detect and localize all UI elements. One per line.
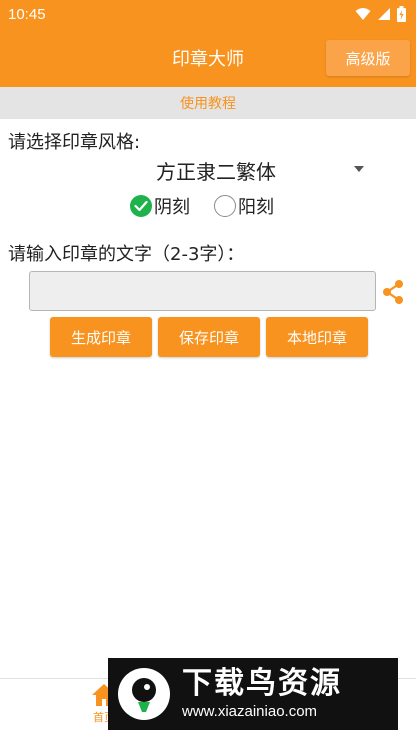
save-seal-button[interactable]: 保存印章 <box>158 317 260 357</box>
status-icons <box>355 6 406 22</box>
battery-icon <box>397 6 406 22</box>
font-style-select[interactable]: 方正隶二繁体 <box>60 154 372 186</box>
seal-text-label: 请输入印章的文字（2-3字）： <box>8 244 245 265</box>
watermark-banner: 下载鸟资源 www.xiazainiao.com <box>108 658 398 730</box>
seal-text-input[interactable] <box>29 271 376 311</box>
carve-type-radio-group: 阴刻 阳刻 <box>130 192 298 220</box>
watermark-logo-icon <box>114 664 174 724</box>
radio-yangke-label: 阳刻 <box>238 197 274 218</box>
status-time: 10:45 <box>8 6 46 23</box>
font-style-selected-value: 方正隶二繁体 <box>156 160 276 184</box>
style-label: 请选择印章风格: <box>8 132 141 153</box>
watermark-title: 下载鸟资源 <box>182 666 342 701</box>
generate-seal-button[interactable]: 生成印章 <box>50 317 152 357</box>
app-bar: 10:45 印章大师 高级版 <box>0 0 416 87</box>
radio-yinke[interactable]: 阴刻 <box>130 193 190 219</box>
signal-icon <box>378 8 390 20</box>
share-icon[interactable] <box>380 279 406 305</box>
local-seal-button[interactable]: 本地印章 <box>266 317 368 357</box>
watermark-texts: 下载鸟资源 www.xiazainiao.com <box>182 666 342 722</box>
tutorial-link[interactable]: 使用教程 <box>0 87 416 119</box>
radio-unchecked-icon <box>214 195 236 217</box>
radio-yinke-label: 阴刻 <box>154 197 190 218</box>
radio-checked-icon <box>130 195 152 217</box>
watermark-url: www.xiazainiao.com <box>182 703 318 720</box>
radio-yangke[interactable]: 阳刻 <box>214 193 274 219</box>
wifi-icon <box>355 8 371 20</box>
app-screen: 10:45 印章大师 高级版 使用教程 请选择印章风格: 方正隶二繁体 阴刻 阳… <box>0 0 416 739</box>
dropdown-caret-icon <box>354 166 364 172</box>
advanced-version-button[interactable]: 高级版 <box>326 40 410 76</box>
action-buttons: 生成印章 保存印章 本地印章 <box>50 317 368 357</box>
